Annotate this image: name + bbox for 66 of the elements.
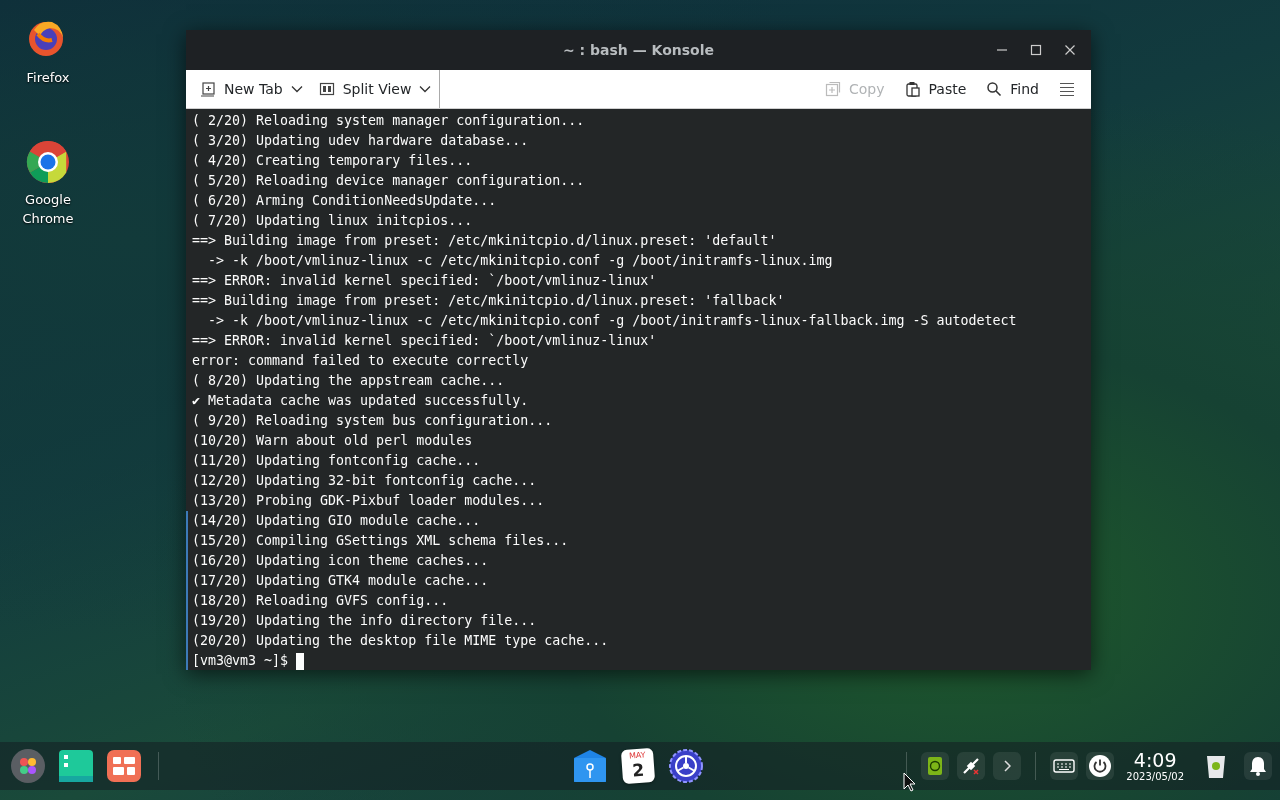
terminal-line: ( 5/20) Reloading device manager configuration... (191, 172, 586, 190)
terminal-line: (20/20) Updating the desktop file MIME type cache... (186, 631, 1091, 651)
app-grid-icon (106, 748, 142, 784)
terminal-line: error: command failed to execute correctly (191, 352, 530, 370)
terminal-line: ( 6/20) Arming ConditionNeedsUpdate... (191, 192, 498, 210)
gear-icon (668, 748, 704, 784)
newtab-button[interactable]: New Tab (192, 74, 311, 104)
terminal-line: ( 3/20) Updating udev hardware database... (191, 132, 530, 150)
keyboard-button[interactable] (1050, 752, 1079, 780)
update-button[interactable] (921, 752, 950, 780)
terminal-line: (15/20) Compiling GSettings XML schema files... (186, 531, 1091, 551)
new-tab-icon (200, 81, 216, 97)
terminal-line: ( 2/20) Reloading system manager configuration... (191, 112, 586, 130)
calendar-icon[interactable]: MAY 2 (620, 747, 656, 785)
calendar-day: 2 (631, 759, 645, 781)
terminal-line: ==> ERROR: invalid kernel specified: `/boot/vmlinuz-linux' (191, 272, 658, 290)
icon-label: Google Chrome (21, 191, 75, 228)
expand-button[interactable] (993, 752, 1022, 780)
search-icon (986, 81, 1003, 97)
power-icon (1088, 754, 1113, 778)
calendar-month: MAY (628, 750, 646, 761)
terminal-line: ==> ERROR: invalid kernel specified: `/boot/vmlinuz-linux' (191, 332, 658, 350)
network-button[interactable] (957, 752, 986, 780)
window-title: ~ : bash — Konsole (563, 42, 714, 58)
file-manager-icon (58, 748, 94, 784)
split-view-icon (318, 81, 335, 97)
clock-time: 4:09 (1133, 749, 1177, 771)
launcher-icon (10, 748, 46, 784)
menu-icon (1059, 82, 1075, 96)
shell-prompt: [vm3@vm3 ~]$ (192, 652, 289, 670)
envelope-icon (572, 748, 608, 784)
mouse-pointer-icon (903, 772, 917, 792)
notifications-button[interactable] (1244, 752, 1272, 780)
split-button[interactable]: Split View (310, 74, 440, 104)
clipboard-icon (904, 81, 921, 97)
maximize-icon (1030, 44, 1042, 56)
terminal-line: (13/20) Probing GDK-Pixbuf loader modules... (191, 492, 546, 510)
terminal-line: (19/20) Updating the info directory file... (186, 611, 1091, 631)
terminal-line: ( 4/20) Creating temporary files... (191, 152, 474, 170)
terminal-line: (17/20) Updating GTK4 module cache... (186, 571, 1091, 591)
paste-button[interactable]: Paste (896, 74, 975, 104)
terminal-line: ==> Building image from preset: /etc/mkinitcpio.d/linux.preset: 'default' (191, 232, 778, 250)
settings-button[interactable] (666, 746, 706, 786)
terminal-line: (18/20) Reloading GVFS config... (186, 591, 1091, 611)
terminal-line: -> -k /boot/vmlinuz-linux -c /etc/mkinitcpio.conf -g /boot/initramfs-linux.img (207, 252, 834, 270)
terminal-line: (14/20) Updating GIO module cache... (186, 511, 1091, 531)
text-cursor (296, 652, 305, 670)
terminal-line: ( 7/20) Updating linux initcpios... (191, 212, 474, 230)
find-button[interactable]: Find (978, 74, 1047, 104)
terminal-line: ==> Building image from preset: /etc/mkinitcpio.d/linux.preset: 'fallback' (191, 292, 786, 310)
chevron-right-icon (1003, 760, 1011, 772)
terminal-line: (10/20) Warn about old perl modules (191, 432, 474, 450)
terminal-line: ( 8/20) Updating the appstream cache... (191, 372, 506, 390)
icon-label: Firefox (26, 69, 70, 87)
power-button[interactable] (1086, 752, 1115, 780)
terminal-line: (16/20) Updating icon theme caches... (186, 551, 1091, 571)
copy-icon (825, 81, 841, 97)
clock-date: 2023/05/02 (1126, 771, 1184, 783)
terminal-line: (11/20) Updating fontconfig cache... (191, 452, 482, 470)
terminal-line: ✔ Metadata cache was updated successfully. (191, 392, 530, 410)
chrome-icon[interactable] (26, 140, 70, 184)
terminal-line: ( 9/20) Reloading system bus configuration... (191, 412, 554, 430)
launcher-button[interactable] (8, 746, 48, 786)
terminal-line: -> -k /boot/vmlinuz-linux -c /etc/mkinitcpio.conf -g /boot/initramfs-linux-fallback.img -S autodetect (207, 312, 1018, 330)
close-icon (1064, 44, 1076, 56)
terminal-line: (12/20) Updating 32-bit fontconfig cache... (191, 472, 538, 490)
